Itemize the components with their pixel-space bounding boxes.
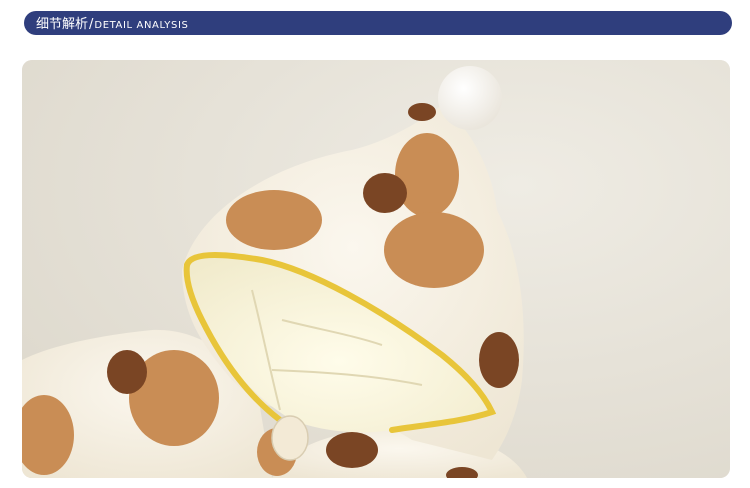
spot-dark-1: [363, 173, 407, 213]
spot-light-1: [226, 190, 322, 250]
product-detail-photo: [22, 60, 730, 478]
spot-dark-3: [107, 350, 147, 394]
pom-pom: [438, 66, 502, 130]
spot-dark-2: [408, 103, 436, 121]
header-title-chinese: 细节解析: [36, 17, 89, 32]
neck-toggle: [271, 415, 309, 461]
section-header-bar: 细节解析/DETAIL ANALYSIS: [24, 11, 732, 35]
header-separator: /: [89, 17, 94, 32]
header-title-english: DETAIL ANALYSIS: [94, 20, 189, 31]
spot-dark-4: [479, 332, 519, 388]
spot-light-3: [384, 212, 484, 288]
spot-light-2: [395, 133, 459, 217]
section-header-title: 细节解析/DETAIL ANALYSIS: [36, 11, 188, 35]
hood-illustration: [22, 60, 730, 478]
spot-dark-5: [326, 432, 378, 468]
